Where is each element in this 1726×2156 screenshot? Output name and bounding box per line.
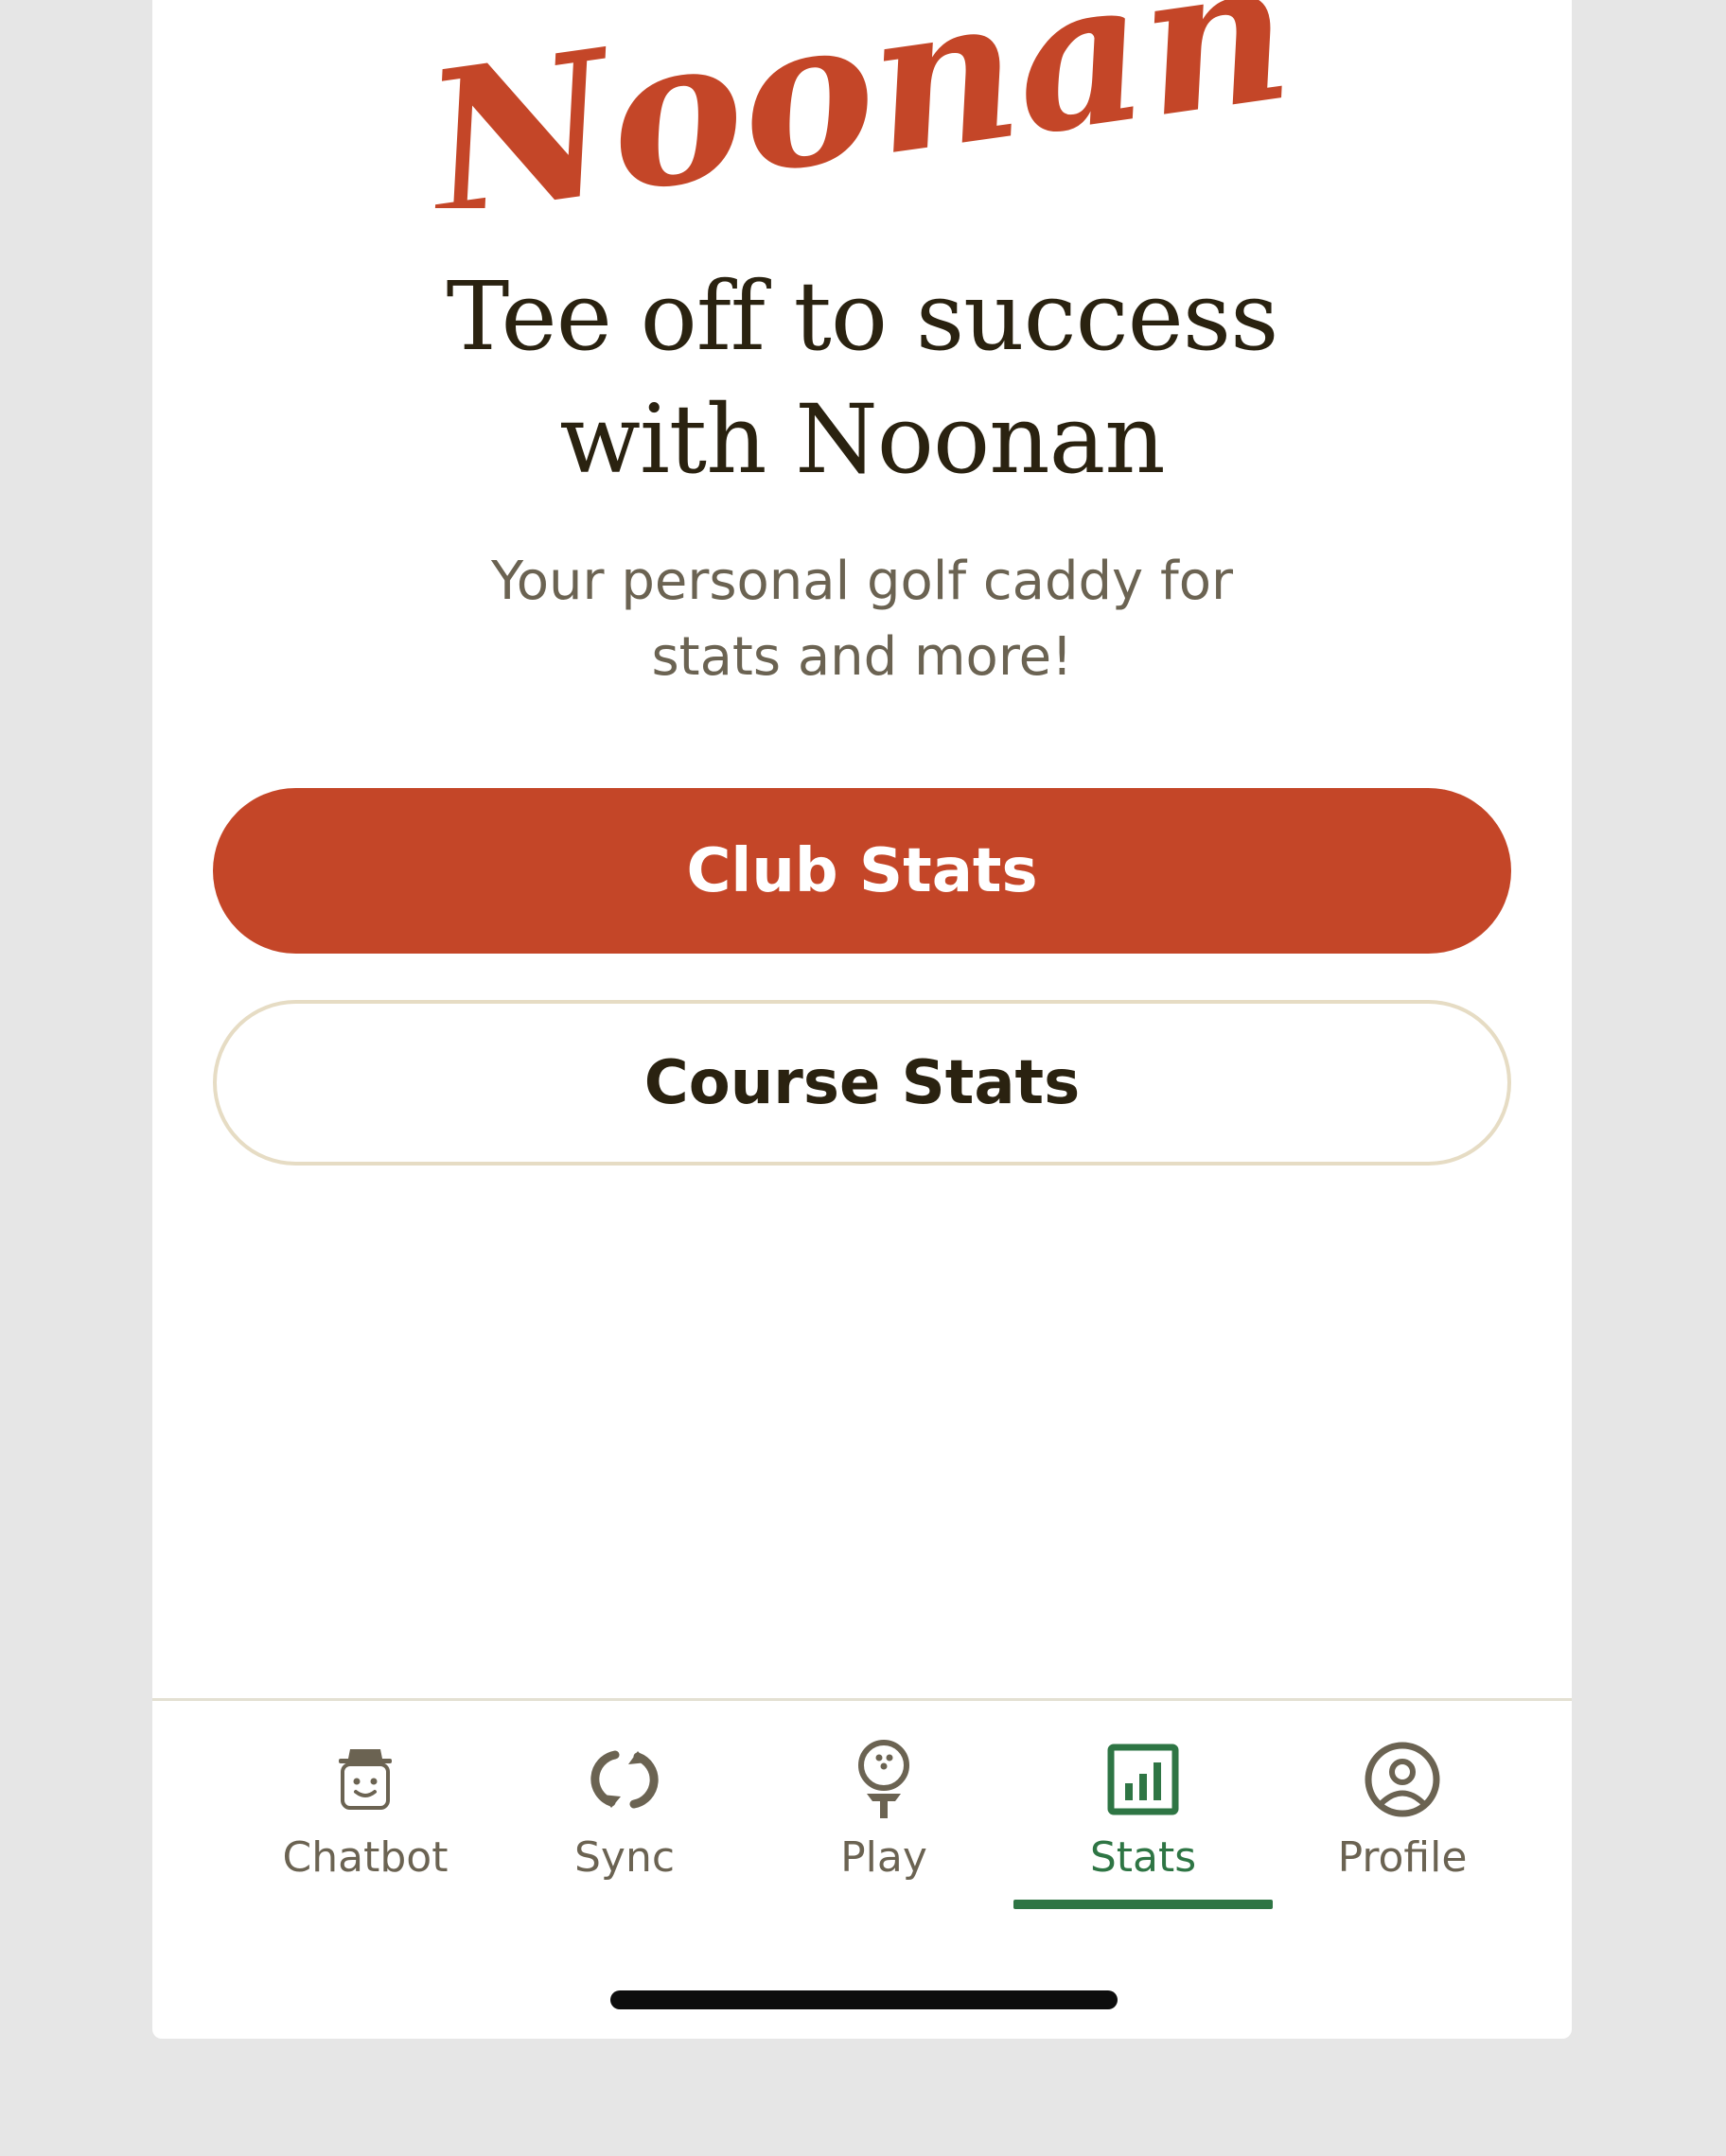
golf-ball-tee-icon xyxy=(754,1737,1013,1822)
tab-play-label: Play xyxy=(840,1833,927,1882)
page-subtitle: Your personal golf caddy for stats and m… xyxy=(436,544,1288,695)
tab-stats[interactable]: Stats xyxy=(1013,1701,1273,1909)
logo-wordmark: Noonan xyxy=(409,0,1303,208)
course-stats-button[interactable]: Course Stats xyxy=(213,1000,1511,1166)
user-circle-icon xyxy=(1273,1737,1532,1822)
club-stats-button[interactable]: Club Stats xyxy=(213,788,1511,954)
app-screen: Noonan Tee off to success with Noonan Yo… xyxy=(152,0,1572,2039)
tab-chatbot-label: Chatbot xyxy=(282,1833,449,1882)
noonan-logo: Noonan xyxy=(152,0,1572,208)
tab-sync-label: Sync xyxy=(573,1833,676,1882)
subtitle-line-2: stats and more! xyxy=(651,626,1073,688)
noonan-logo-mark: Noonan xyxy=(409,0,1303,208)
bottom-tab-bar: Chatbot Sync Play Stats Profile xyxy=(152,1701,1572,1928)
subtitle-line-1: Your personal golf caddy for xyxy=(491,551,1233,612)
tab-play[interactable]: Play xyxy=(754,1701,1013,1909)
tab-sync[interactable]: Sync xyxy=(495,1701,754,1909)
headline-line-1: Tee off to success xyxy=(446,261,1279,372)
tab-stats-label: Stats xyxy=(1089,1833,1197,1882)
course-stats-button-label: Course Stats xyxy=(643,1047,1081,1118)
headline-line-2: with Noonan xyxy=(559,384,1165,495)
caddy-face-icon xyxy=(236,1737,495,1822)
tab-profile[interactable]: Profile xyxy=(1273,1701,1532,1909)
bar-chart-icon xyxy=(1013,1737,1273,1822)
tab-chatbot[interactable]: Chatbot xyxy=(236,1701,495,1909)
active-tab-indicator xyxy=(1013,1900,1273,1909)
tab-profile-label: Profile xyxy=(1337,1833,1468,1882)
club-stats-button-label: Club Stats xyxy=(686,835,1038,906)
home-indicator[interactable] xyxy=(610,1990,1118,2009)
sync-icon xyxy=(495,1737,754,1822)
page-headline: Tee off to success with Noonan xyxy=(152,255,1572,501)
